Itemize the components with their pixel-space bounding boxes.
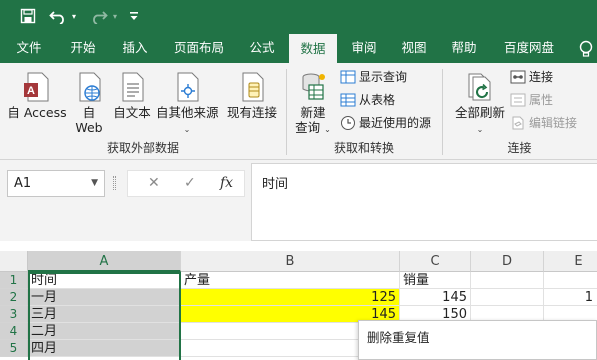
enter-icon[interactable]: ✓ bbox=[184, 171, 196, 196]
edit-links-icon bbox=[512, 116, 524, 130]
cancel-icon[interactable]: ✕ bbox=[148, 171, 160, 196]
column-header-c[interactable]: C bbox=[400, 251, 471, 272]
selection-outline bbox=[28, 272, 181, 360]
context-menu: 删除重复值 bbox=[358, 320, 597, 360]
column-header-b[interactable]: B bbox=[181, 251, 400, 272]
column-header-a[interactable]: A bbox=[28, 251, 181, 272]
new-query-icon bbox=[302, 73, 325, 100]
row-header-4[interactable]: 4 bbox=[0, 323, 28, 340]
web-icon bbox=[79, 72, 101, 102]
undo-icon[interactable] bbox=[46, 5, 70, 27]
group-label-get-transform: 获取和转换 bbox=[333, 141, 394, 155]
tab-review[interactable]: 审阅 bbox=[344, 32, 384, 63]
from-other-sources-button[interactable]: 自其他来源 ⌄ bbox=[156, 71, 219, 137]
cell-b1[interactable]: 产量 bbox=[181, 272, 400, 289]
row-header-1[interactable]: 1 bbox=[0, 272, 28, 289]
cell-d2[interactable] bbox=[471, 289, 544, 306]
show-queries-button[interactable]: 显示查询 bbox=[340, 69, 407, 85]
column-header-e[interactable]: E bbox=[544, 251, 597, 272]
connections-button[interactable]: 连接 bbox=[510, 69, 553, 85]
cell-b2[interactable]: 125 bbox=[181, 289, 400, 306]
select-all-corner[interactable] bbox=[0, 251, 28, 272]
row-header-2[interactable]: 2 bbox=[0, 289, 28, 306]
properties-button[interactable]: 属性 bbox=[510, 92, 553, 108]
from-table-button[interactable]: 从表格 bbox=[340, 92, 395, 108]
refresh-all-button[interactable]: 全部刷新 ⌄ bbox=[452, 71, 508, 137]
tab-formulas[interactable]: 公式 bbox=[242, 32, 282, 63]
row-header-3[interactable]: 3 bbox=[0, 306, 28, 323]
formula-bar: A1 ▼ ✕ ✓ fx 时间 bbox=[0, 160, 597, 241]
formula-input[interactable]: 时间 bbox=[251, 163, 597, 241]
show-queries-icon bbox=[340, 70, 356, 84]
recent-sources-button[interactable]: 最近使用的源 bbox=[340, 115, 431, 131]
from-text-button[interactable]: 自文本 bbox=[110, 71, 154, 120]
redo-icon[interactable] bbox=[88, 5, 110, 27]
redo-dropdown-icon[interactable]: ▾ bbox=[110, 5, 120, 27]
text-file-icon bbox=[122, 72, 144, 102]
tab-view[interactable]: 视图 bbox=[394, 32, 434, 63]
tab-help[interactable]: 帮助 bbox=[444, 32, 484, 63]
ribbon-data: A 自 Access 自 Web 自文本 自其他来源 ⌄ 现有连接 获取外部数据… bbox=[0, 63, 597, 160]
table-icon bbox=[340, 93, 356, 107]
tab-home[interactable]: 开始 bbox=[62, 32, 104, 63]
tab-file[interactable]: 文件 bbox=[8, 32, 50, 63]
other-sources-icon bbox=[177, 72, 199, 102]
existing-connections-icon bbox=[242, 72, 264, 102]
clock-icon bbox=[341, 116, 355, 130]
ribbon-tabs: 文件 开始 插入 页面布局 公式 数据 审阅 视图 帮助 百度网盘 bbox=[0, 32, 597, 63]
existing-connections-button[interactable]: 现有连接 bbox=[224, 71, 280, 120]
insert-function-icon[interactable]: fx bbox=[220, 171, 233, 196]
undo-dropdown-icon[interactable]: ▾ bbox=[69, 5, 79, 27]
tab-baidu-netdisk[interactable]: 百度网盘 bbox=[494, 32, 564, 63]
customize-toolbar-icon[interactable] bbox=[127, 5, 141, 27]
edit-links-button[interactable]: 编辑链接 bbox=[510, 115, 577, 131]
from-access-button[interactable]: A 自 Access bbox=[6, 71, 68, 120]
row-header-5[interactable]: 5 bbox=[0, 340, 28, 357]
group-label-get-external: 获取外部数据 bbox=[106, 141, 179, 155]
cell-c2[interactable]: 145 bbox=[400, 289, 471, 306]
menu-item-remove-duplicates[interactable]: 删除重复值 bbox=[367, 327, 430, 346]
link-icon bbox=[510, 70, 526, 84]
cell-e2[interactable]: 1 bbox=[544, 289, 597, 306]
chevron-down-icon: ⌄ bbox=[476, 125, 484, 134]
refresh-icon bbox=[468, 73, 491, 101]
resize-handle-icon[interactable] bbox=[113, 176, 116, 190]
chevron-down-icon[interactable]: ▼ bbox=[91, 171, 98, 196]
access-icon: A bbox=[24, 72, 49, 102]
title-bar: ▾ ▾ bbox=[0, 0, 597, 32]
properties-icon bbox=[510, 93, 526, 107]
chevron-down-icon: ⌄ bbox=[324, 125, 331, 134]
save-icon[interactable] bbox=[16, 5, 40, 27]
lightbulb-icon[interactable] bbox=[576, 39, 596, 59]
cell-e1[interactable] bbox=[544, 272, 597, 289]
column-header-d[interactable]: D bbox=[471, 251, 544, 272]
name-box[interactable]: A1 ▼ bbox=[7, 170, 105, 197]
tab-page-layout[interactable]: 页面布局 bbox=[166, 32, 232, 63]
group-label-connections: 连接 bbox=[507, 141, 532, 155]
formula-buttons: ✕ ✓ fx bbox=[127, 170, 245, 197]
from-web-button[interactable]: 自 Web bbox=[72, 71, 106, 135]
new-query-button[interactable]: 新建 查询 ⌄ bbox=[292, 71, 334, 137]
tab-data[interactable]: 数据 bbox=[289, 34, 337, 63]
chevron-down-icon: ⌄ bbox=[183, 125, 191, 134]
cell-d1[interactable] bbox=[471, 272, 544, 289]
svg-text:A: A bbox=[27, 85, 35, 97]
tab-insert[interactable]: 插入 bbox=[114, 32, 156, 63]
cell-c1[interactable]: 销量 bbox=[400, 272, 471, 289]
